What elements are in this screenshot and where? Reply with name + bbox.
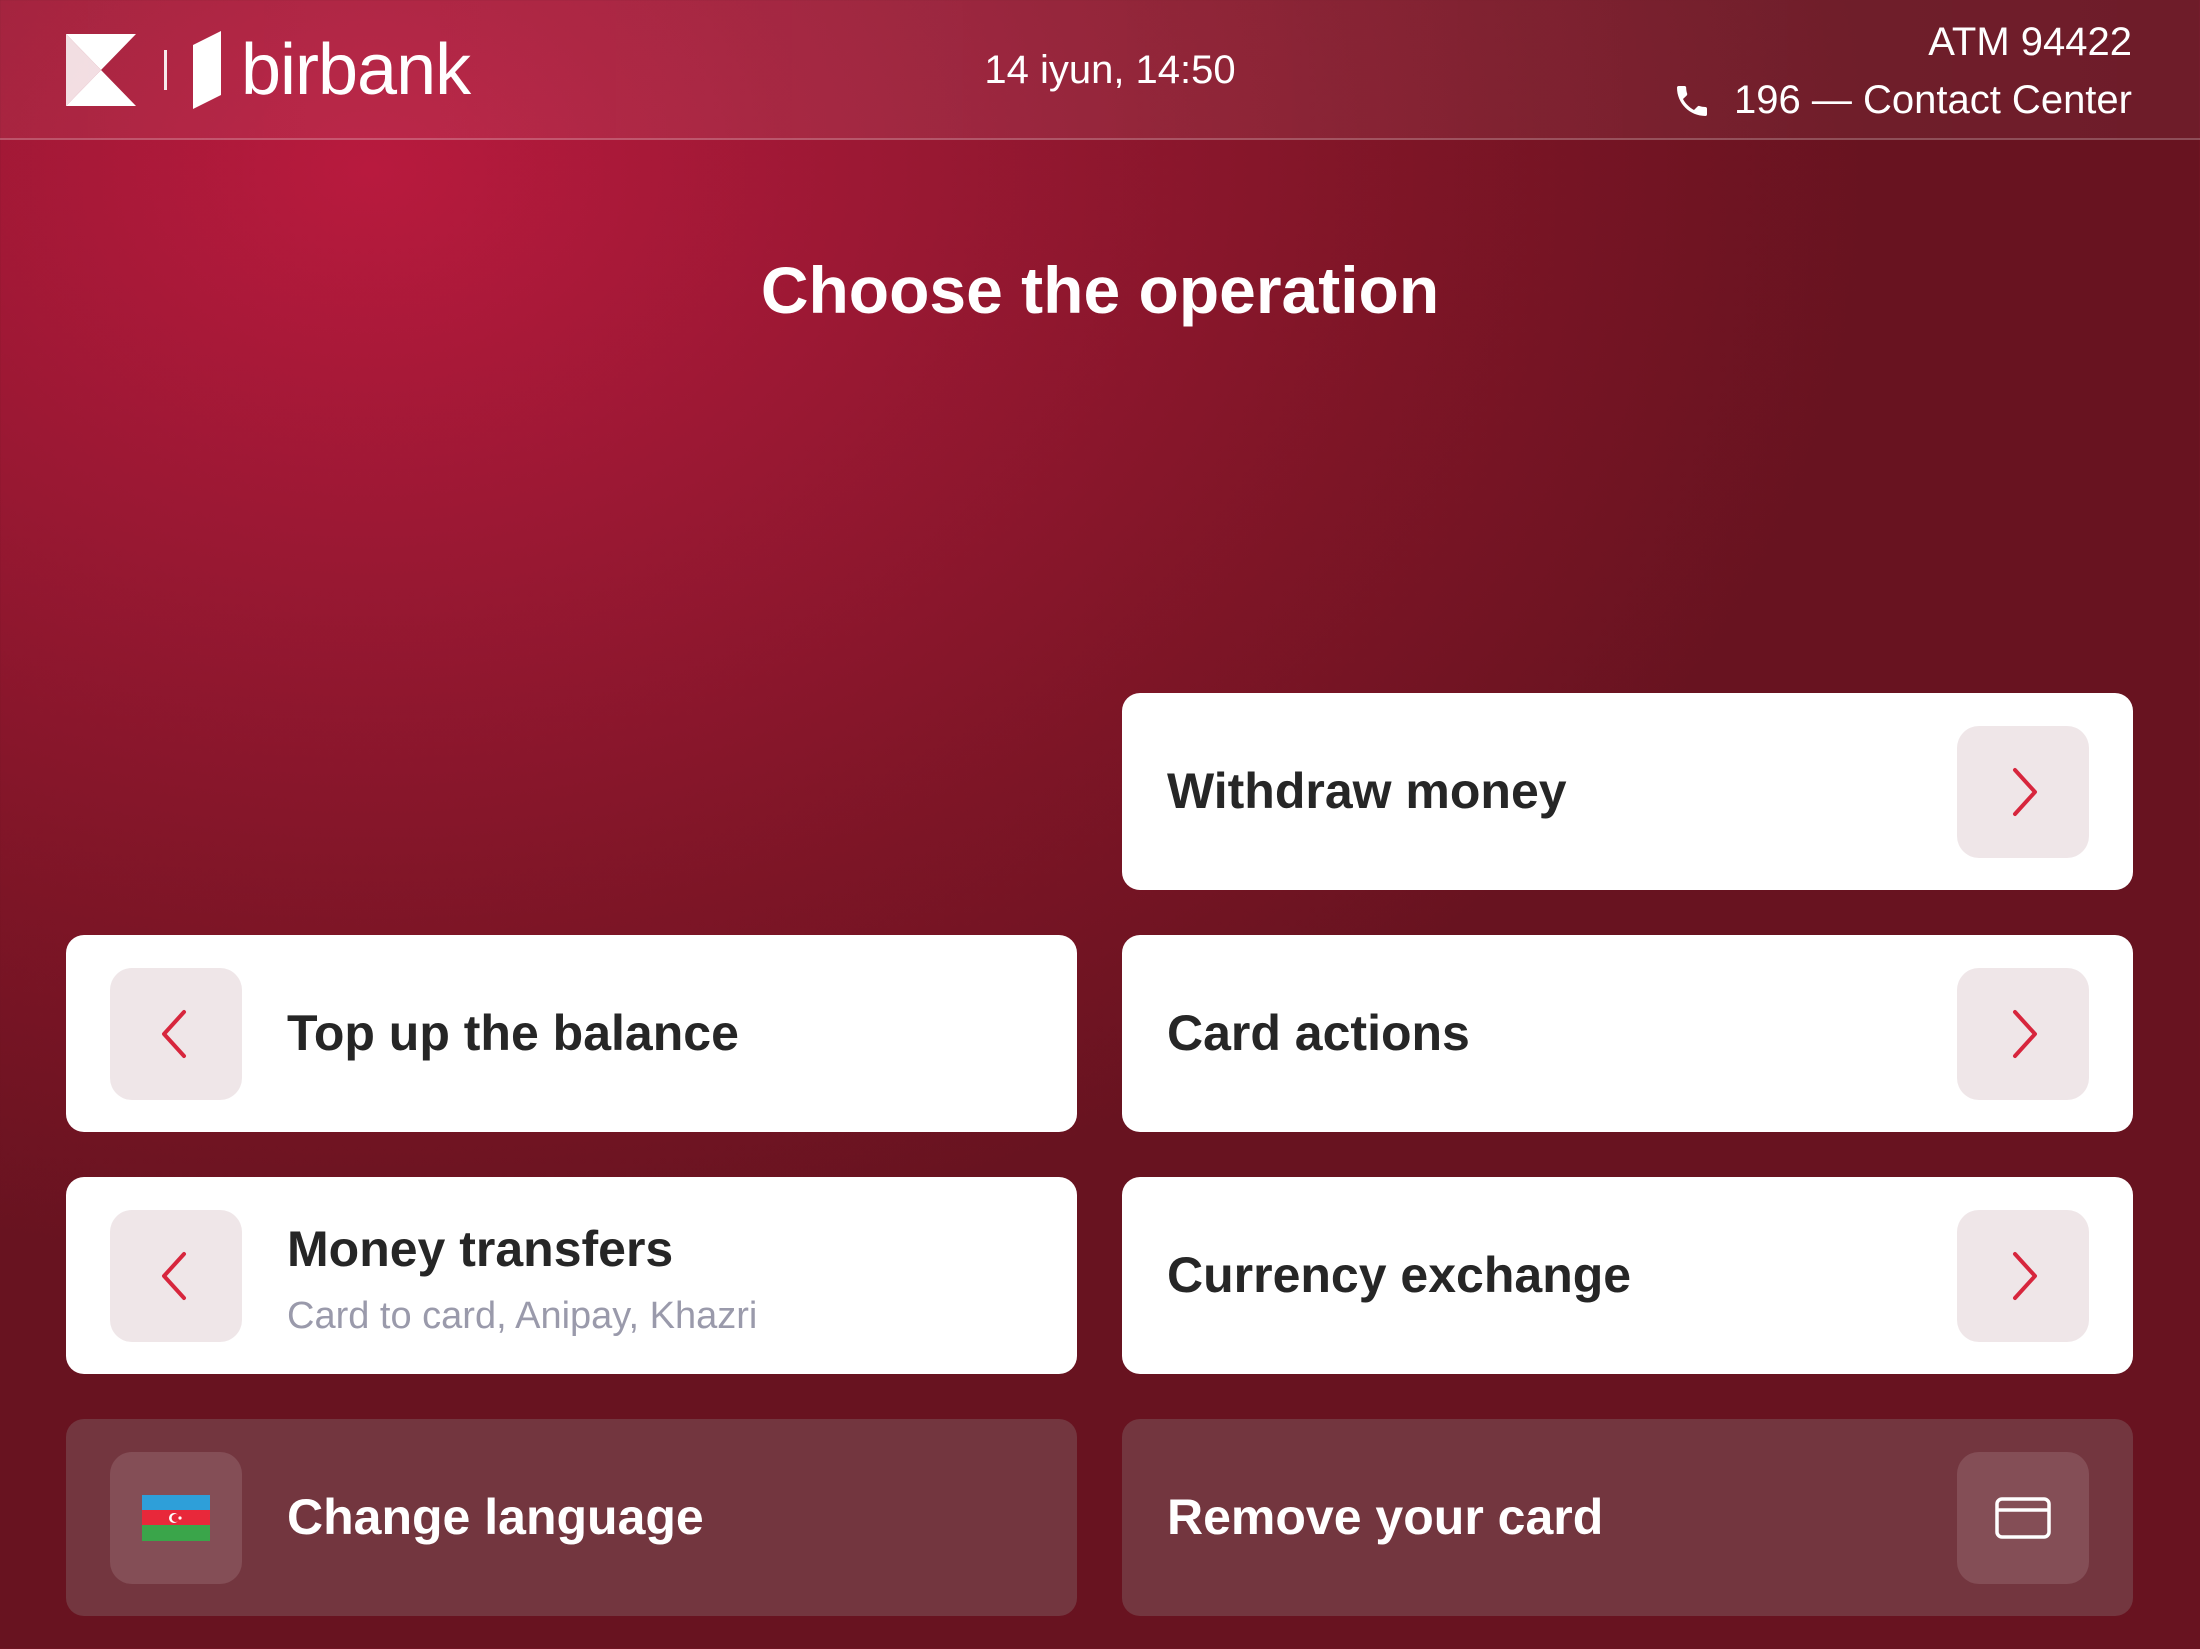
azerbaijan-flag-icon (142, 1494, 210, 1541)
card-actions-button[interactable]: Card actions (1122, 935, 2133, 1132)
remove-card-button[interactable]: Remove your card (1122, 1419, 2133, 1616)
withdraw-money-button[interactable]: Withdraw money (1122, 693, 2133, 890)
card-icon (1995, 1496, 2051, 1539)
withdraw-arrow-button[interactable] (1957, 725, 2089, 858)
change-language-button[interactable]: Change language (66, 1419, 1077, 1616)
chevron-right-icon (2013, 767, 2037, 816)
card-actions-label: Card actions (1167, 1004, 1470, 1061)
remove-card-label: Remove your card (1167, 1488, 1604, 1545)
top-up-arrow-button[interactable] (110, 967, 242, 1100)
page-title: Choose the operation (760, 253, 1440, 327)
change-language-label: Change language (287, 1488, 704, 1545)
language-flag-button[interactable] (110, 1451, 242, 1584)
chevron-right-icon (2013, 1251, 2037, 1300)
money-transfers-subtitle: Card to card, Anipay, Khazri (287, 1294, 758, 1337)
atm-id: ATM 94422 (1928, 20, 2132, 64)
money-transfers-text: Money transfers Card to card, Anipay, Kh… (287, 1221, 757, 1338)
chevron-left-icon (162, 1251, 186, 1300)
chevron-left-icon (162, 1009, 186, 1058)
contact-center: 196 — Contact Center (1672, 78, 2132, 123)
money-transfers-arrow-button[interactable] (110, 1209, 242, 1342)
contact-text: 196 — Contact Center (1734, 78, 2132, 122)
top-up-balance-button[interactable]: Top up the balance (66, 935, 1077, 1132)
currency-exchange-button[interactable]: Currency exchange (1122, 1177, 2133, 1374)
money-transfers-label: Money transfers (287, 1221, 674, 1278)
chevron-right-icon (2013, 1009, 2037, 1058)
top-up-label: Top up the balance (287, 1004, 739, 1061)
phone-icon (1677, 85, 1707, 116)
header-bar: birbank 14 iyun, 14:50 ATM 94422 196 — C… (0, 0, 2200, 140)
currency-exchange-label: Currency exchange (1167, 1246, 1632, 1303)
withdraw-money-label: Withdraw money (1167, 762, 1567, 819)
remove-card-icon-button[interactable] (1957, 1451, 2089, 1584)
money-transfers-button[interactable]: Money transfers Card to card, Anipay, Kh… (66, 1177, 1077, 1374)
card-actions-arrow-button[interactable] (1957, 967, 2089, 1100)
currency-exchange-arrow-button[interactable] (1957, 1209, 2089, 1342)
